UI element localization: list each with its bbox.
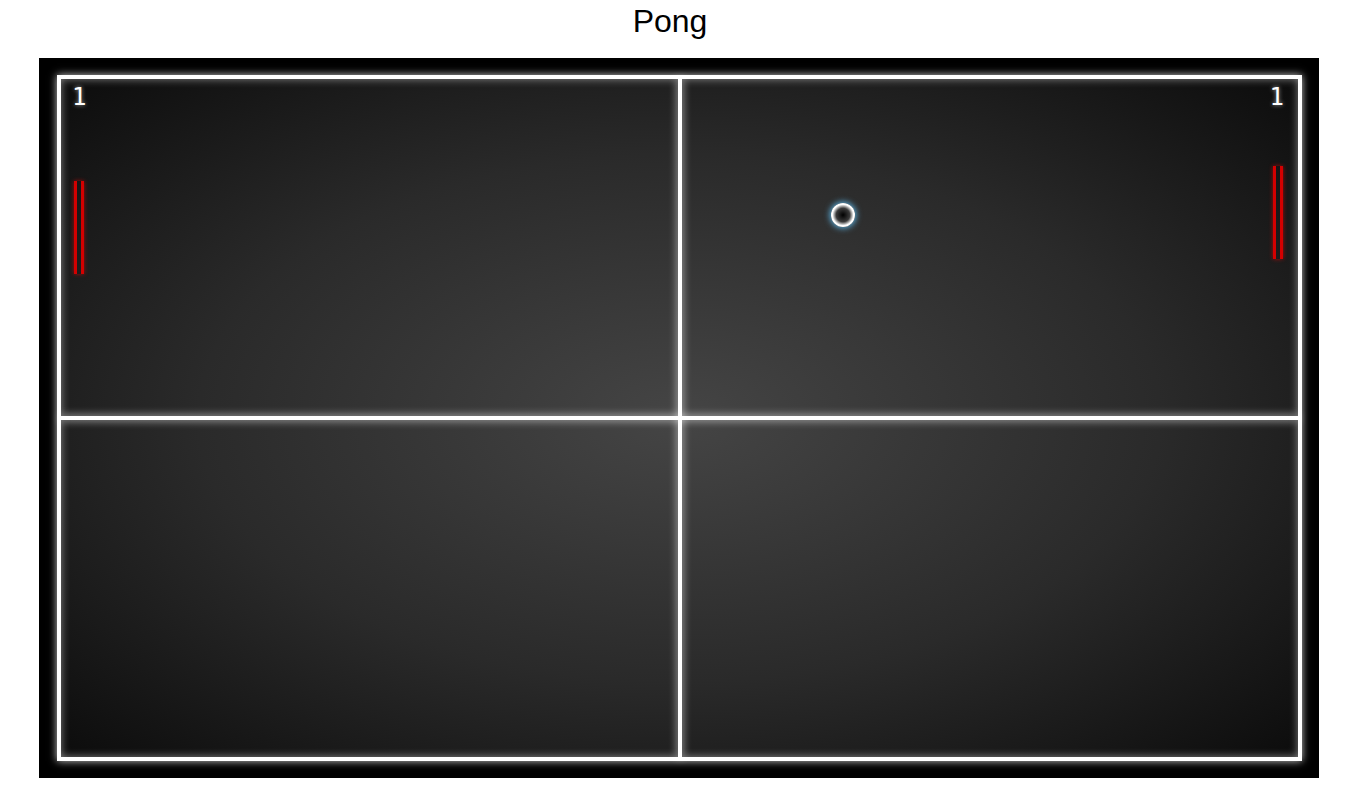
game-title: Pong [0, 0, 1350, 58]
center-line-horizontal [61, 416, 1298, 420]
ball [831, 203, 855, 227]
score: 1 [72, 83, 86, 111]
court[interactable]: 11 [57, 75, 1302, 761]
score: 1 [1270, 83, 1284, 111]
paddle[interactable] [1273, 166, 1283, 259]
game-frame: 11 [39, 58, 1319, 778]
paddle[interactable] [74, 181, 84, 274]
game-page: Pong11 [0, 0, 1350, 809]
